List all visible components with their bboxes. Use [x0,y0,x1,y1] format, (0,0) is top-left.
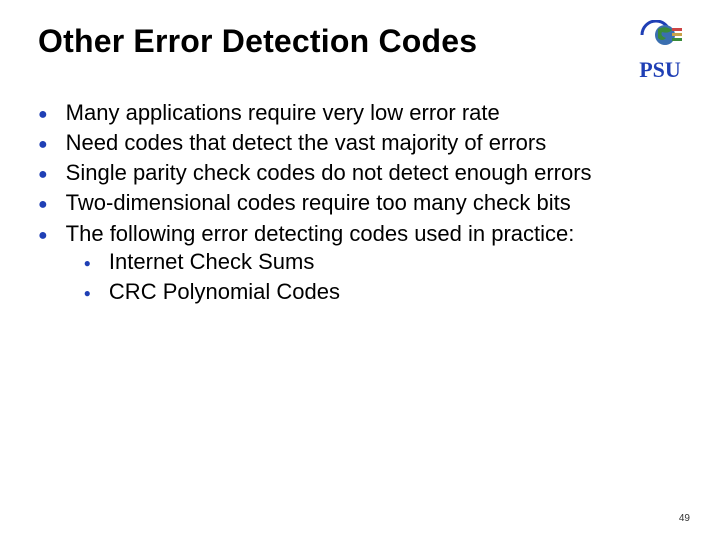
list-item: ● Need codes that detect the vast majori… [38,129,682,157]
bullet-text: Single parity check codes do not detect … [66,159,682,187]
logo-area: PSU [638,20,682,83]
list-item: ● The following error detecting codes us… [38,220,682,308]
list-item: ● Single parity check codes do not detec… [38,159,682,187]
bullet-icon: ● [38,226,48,246]
slide-content: ● Many applications require very low err… [38,99,682,308]
bullet-icon: ● [84,256,91,271]
bullet-icon: ● [38,135,48,155]
list-item: ● CRC Polynomial Codes [84,278,682,306]
bullet-text: Need codes that detect the vast majority… [66,129,682,157]
slide-title: Other Error Detection Codes [38,24,477,59]
bullet-icon: ● [38,165,48,185]
list-item: ● Two-dimensional codes require too many… [38,189,682,217]
logo-text: PSU [639,57,681,83]
bullet-icon: ● [84,286,91,301]
list-item: ● Many applications require very low err… [38,99,682,127]
bullet-text: Two-dimensional codes require too many c… [66,189,682,217]
bullet-text: The following error detecting codes used… [66,221,575,246]
sub-bullet-list: ● Internet Check Sums ● CRC Polynomial C… [84,248,682,306]
globe-icon [638,20,682,55]
list-item: ● Internet Check Sums [84,248,682,276]
bullet-text: Many applications require very low error… [66,99,682,127]
slide-header: Other Error Detection Codes PSU [38,24,682,83]
page-number: 49 [679,513,690,524]
bullet-icon: ● [38,195,48,215]
bullet-text: CRC Polynomial Codes [109,278,340,306]
bullet-icon: ● [38,105,48,125]
bullet-list: ● Many applications require very low err… [38,99,682,308]
bullet-text-wrap: The following error detecting codes used… [66,220,682,308]
bullet-text: Internet Check Sums [109,248,314,276]
slide: Other Error Detection Codes PSU ● Many a… [0,0,720,540]
